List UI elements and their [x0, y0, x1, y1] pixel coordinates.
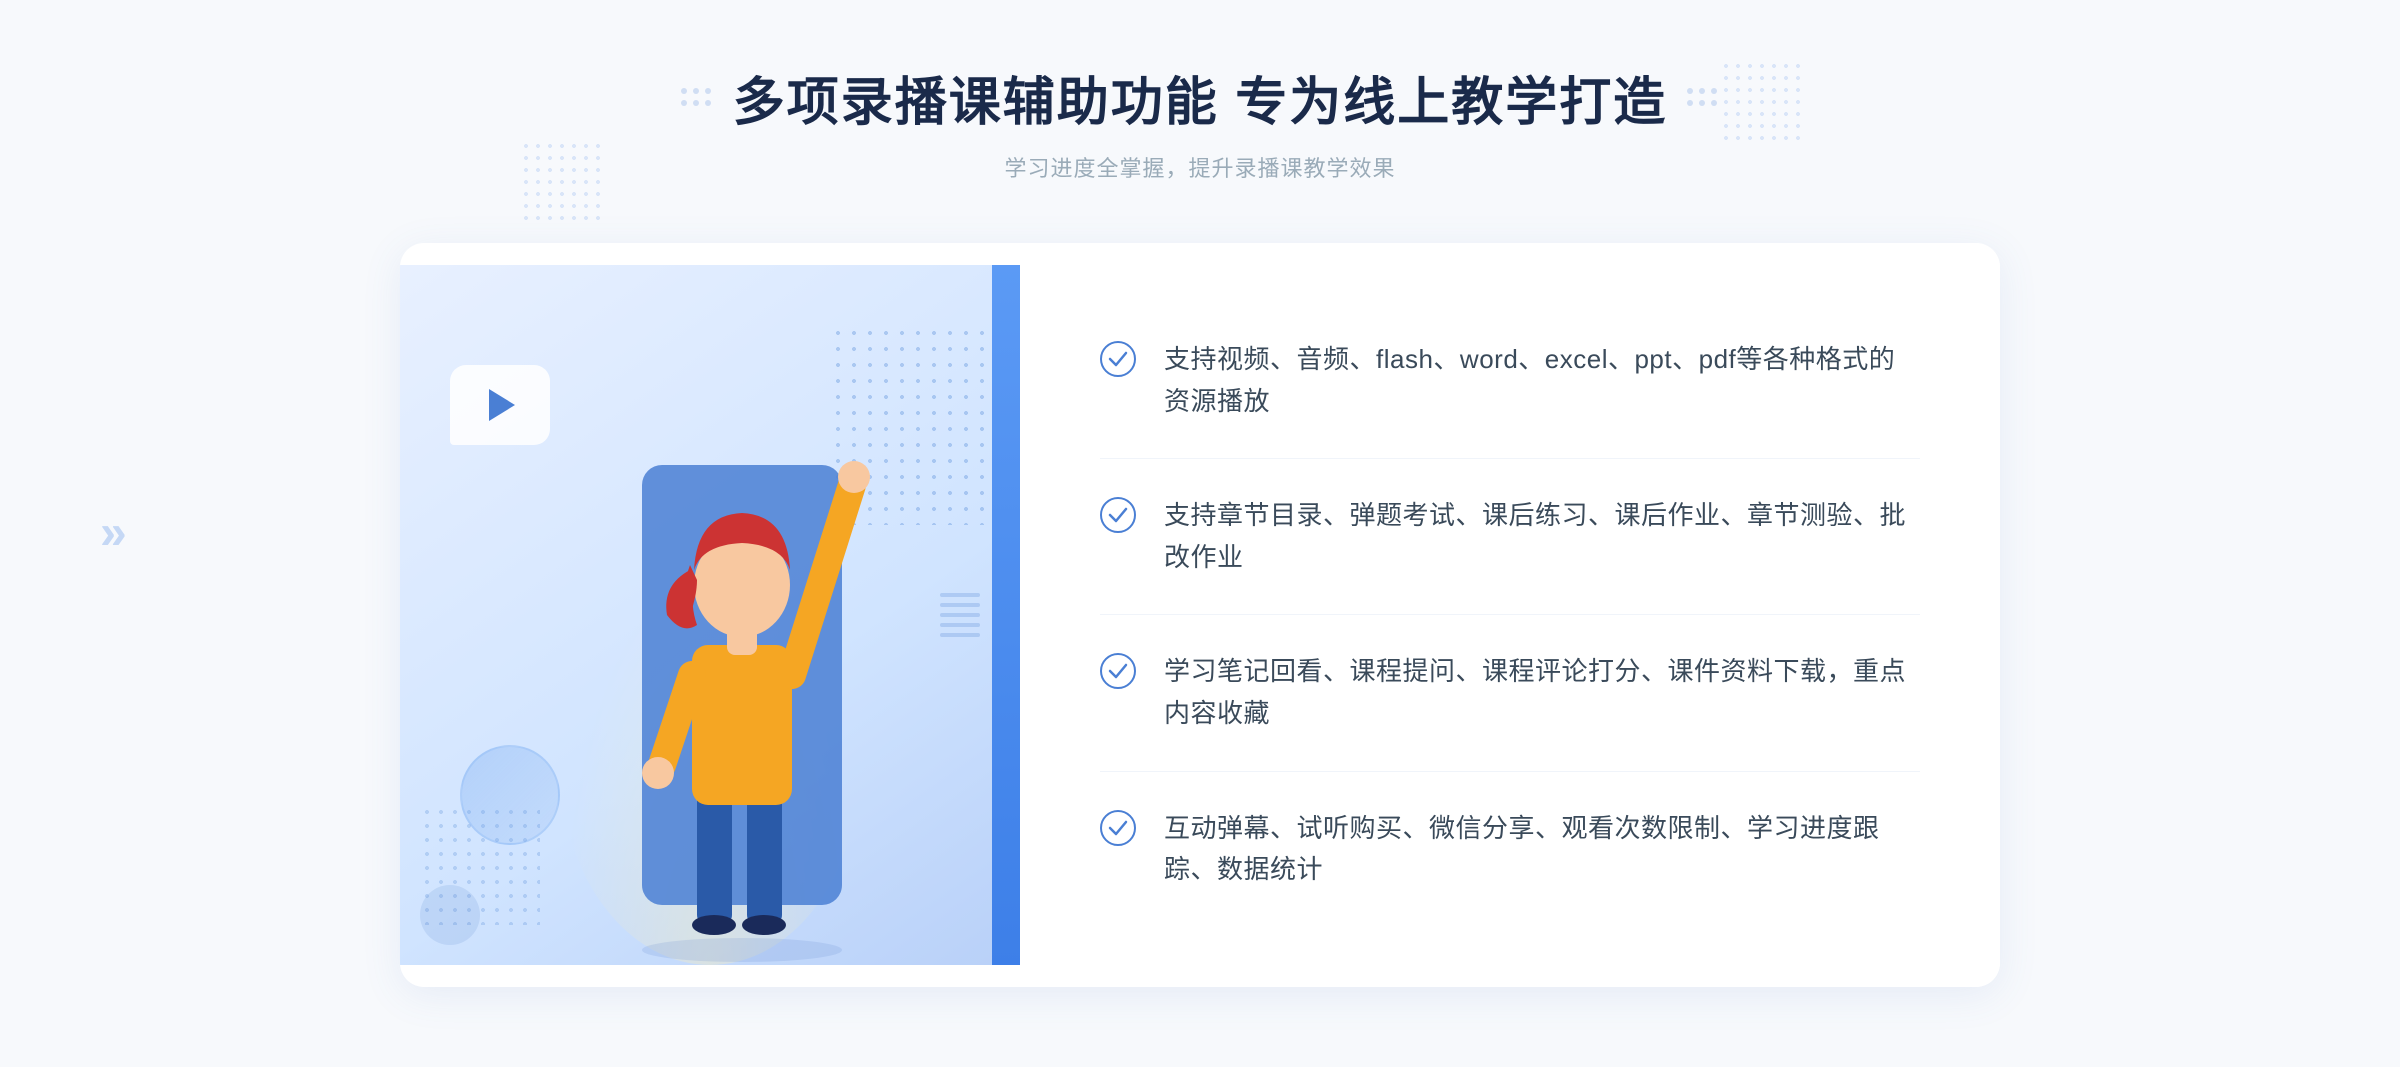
stripe-line-3 — [940, 613, 980, 617]
check-icon-4 — [1100, 810, 1136, 846]
features-panel: 支持视频、音频、flash、word、excel、ppt、pdf等各种格式的资源… — [1020, 243, 2000, 987]
feature-text-4: 互动弹幕、试听购买、微信分享、观看次数限制、学习进度跟踪、数据统计 — [1164, 808, 1920, 891]
play-triangle-icon — [489, 389, 515, 421]
title-row: 多项录播课辅助功能 专为线上教学打造 — [681, 60, 1719, 135]
play-bubble — [450, 365, 550, 445]
blue-accent-bar — [992, 265, 1020, 965]
person-illustration — [582, 385, 902, 965]
illustration-panel — [400, 265, 1020, 965]
circle-decoration-1 — [460, 745, 560, 845]
feature-text-1: 支持视频、音频、flash、word、excel、ppt、pdf等各种格式的资源… — [1164, 339, 1920, 422]
deco-chevron-left: » — [100, 506, 119, 561]
header-section: 多项录播课辅助功能 专为线上教学打造 学习进度全掌握，提升录播课教学效果 — [681, 60, 1719, 183]
stripe-line-1 — [940, 593, 980, 597]
stripe-line-2 — [940, 603, 980, 607]
feature-text-2: 支持章节目录、弹题考试、课后练习、课后作业、章节测验、批改作业 — [1164, 495, 1920, 578]
deco-dots-left — [520, 140, 600, 220]
feature-item-2: 支持章节目录、弹题考试、课后练习、课后作业、章节测验、批改作业 — [1100, 459, 1920, 615]
stripe-line-4 — [940, 623, 980, 627]
page-subtitle: 学习进度全掌握，提升录播课教学效果 — [681, 151, 1719, 183]
title-deco-left — [681, 88, 713, 108]
feature-item-3: 学习笔记回看、课程提问、课程评论打分、课件资料下载，重点内容收藏 — [1100, 615, 1920, 771]
title-deco-right — [1687, 88, 1719, 108]
check-icon-2 — [1100, 497, 1136, 533]
check-icon-1 — [1100, 341, 1136, 377]
main-content: 支持视频、音频、flash、word、excel、ppt、pdf等各种格式的资源… — [400, 243, 2000, 987]
stripe-line-5 — [940, 633, 980, 637]
feature-text-3: 学习笔记回看、课程提问、课程评论打分、课件资料下载，重点内容收藏 — [1164, 651, 1920, 734]
page-container: » 多项录播课辅助功能 专为线上教学打造 学习进度全掌握，提升录播课教学效果 — [0, 0, 2400, 1067]
deco-dots-right — [1720, 60, 1800, 140]
page-title: 多项录播课辅助功能 专为线上教学打造 — [733, 60, 1667, 135]
check-icon-3 — [1100, 653, 1136, 689]
stripe-decoration — [940, 593, 980, 637]
feature-item-1: 支持视频、音频、flash、word、excel、ppt、pdf等各种格式的资源… — [1100, 303, 1920, 459]
feature-item-4: 互动弹幕、试听购买、微信分享、观看次数限制、学习进度跟踪、数据统计 — [1100, 772, 1920, 927]
circle-decoration-2 — [420, 885, 480, 945]
